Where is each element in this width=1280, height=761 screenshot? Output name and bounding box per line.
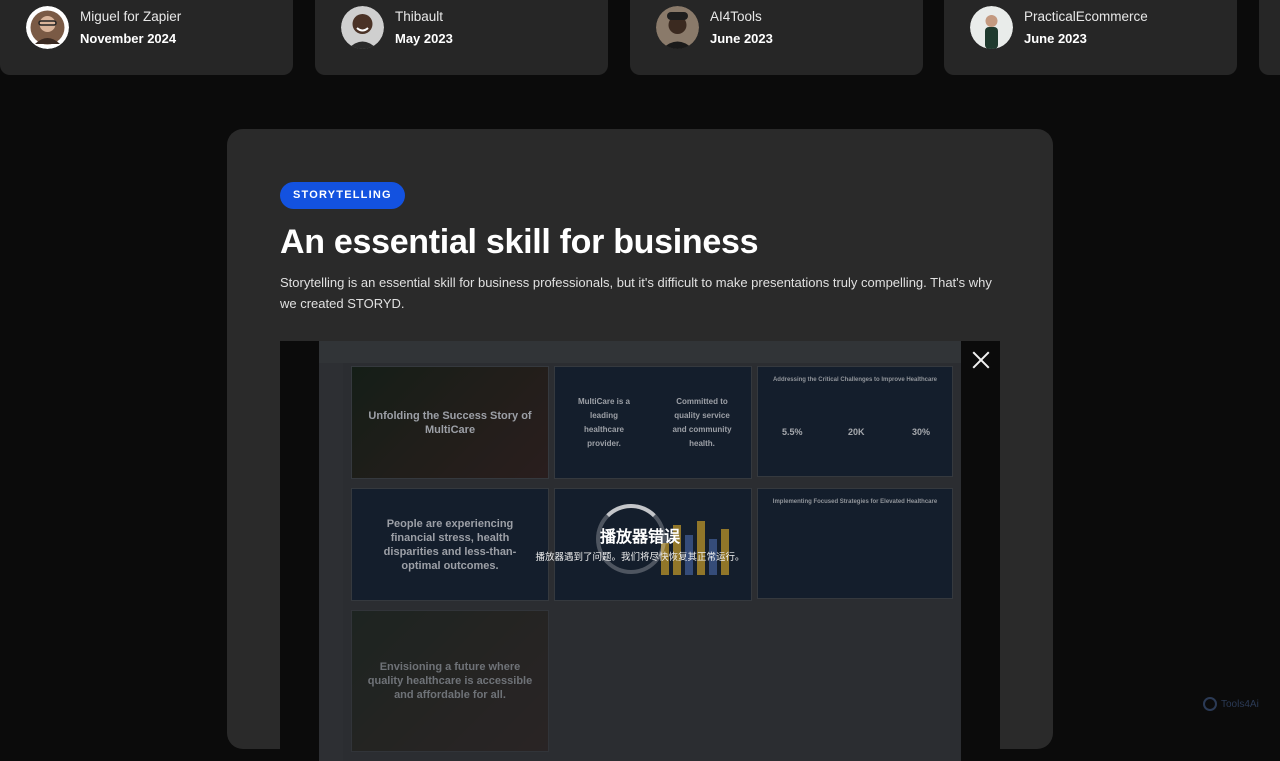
- feature-description: Storytelling is an essential skill for b…: [280, 275, 992, 311]
- avatar: [656, 6, 699, 49]
- review-card[interactable]: Miguel for Zapier November 2024: [0, 0, 293, 75]
- review-card[interactable]: AI4Tools June 2023: [630, 0, 923, 75]
- category-badge: STORYTELLING: [280, 182, 405, 209]
- reviewer-name: PracticalEcommerce: [1024, 9, 1148, 24]
- reviewer-name: AI4Tools: [710, 9, 762, 24]
- review-date: June 2023: [710, 31, 773, 46]
- review-date: November 2024: [80, 31, 177, 46]
- reviewer-name: Miguel for Zapier: [80, 9, 182, 24]
- review-date: May 2023: [395, 31, 453, 46]
- storytelling-feature-card: STORYTELLING An essential skill for busi…: [227, 129, 1053, 761]
- review-card[interactable]: Thibault May 2023: [315, 0, 608, 75]
- review-date: June 2023: [1024, 31, 1087, 46]
- player-error-title: 播放器错误: [599, 529, 680, 546]
- video-player[interactable]: Unfolding the Success Story of MultiCare…: [280, 341, 1000, 761]
- feature-title: An essential skill for business: [280, 223, 759, 261]
- reviewer-name: Thibault: [395, 9, 444, 24]
- player-error-message: 播放器遇到了问题。我们将尽快恢复其正常运行。: [535, 552, 745, 563]
- watermark-logo-icon: [1203, 697, 1217, 711]
- watermark: Tools4Ai: [1203, 697, 1259, 711]
- avatar: [26, 6, 69, 49]
- review-card[interactable]: PracticalEcommerce June 2023: [944, 0, 1237, 75]
- avatar: [341, 6, 384, 49]
- review-card-partial[interactable]: [1259, 0, 1280, 75]
- watermark-text: Tools4Ai: [1221, 698, 1259, 710]
- avatar: [970, 6, 1013, 49]
- close-icon[interactable]: [970, 349, 992, 371]
